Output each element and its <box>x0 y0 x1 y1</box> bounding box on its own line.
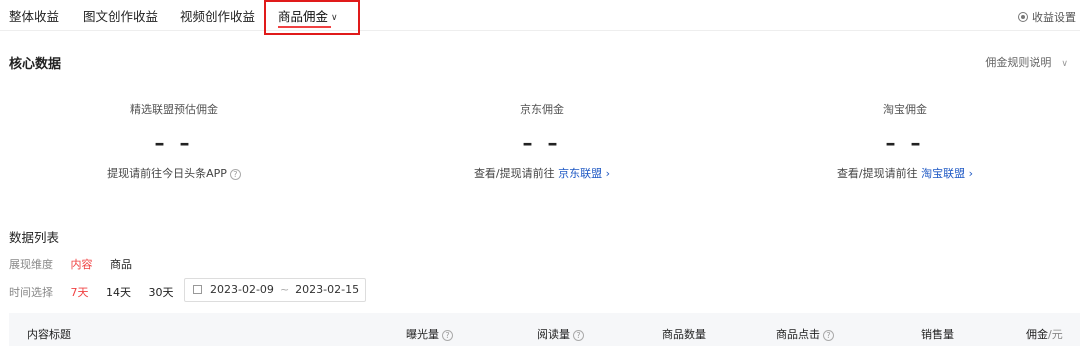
commission-rules-dropdown[interactable]: 佣金规则说明 ∨ <box>985 54 1068 70</box>
metric-taobao: 淘宝佣金 – – 查看/提现请前往 淘宝联盟 › <box>725 101 1080 181</box>
top-tab-bar: 整体收益 图文创作收益 视频创作收益 商品佣金 ∨ 收益设置 <box>0 0 1080 35</box>
calendar-icon <box>193 285 202 294</box>
chevron-right-icon: › <box>965 167 974 180</box>
dimension-option-content[interactable]: 内容 <box>71 258 93 271</box>
metric-note: 提现请前往今日头条APP? <box>0 165 354 181</box>
time-option-30d[interactable]: 30天 <box>149 286 174 299</box>
header-impressions-label: 曝光量 <box>406 328 439 341</box>
help-icon[interactable]: ? <box>573 330 584 341</box>
settings-icon <box>1018 12 1028 22</box>
chevron-down-icon: ∨ <box>1061 59 1068 69</box>
date-end: 2023-02-15 <box>295 283 360 296</box>
metric-note-text: 查看/提现请前往 <box>836 167 918 180</box>
help-icon[interactable]: ? <box>442 330 453 341</box>
metric-note: 查看/提现请前往 京东联盟 › <box>362 165 722 181</box>
header-reads-label: 阅读量 <box>537 328 570 341</box>
metric-value: – – <box>885 131 925 155</box>
time-label: 时间选择 <box>9 286 53 299</box>
time-filter: 时间选择 7天 14天 30天 <box>9 284 188 300</box>
metric-note-text: 提现请前往今日头条APP <box>107 167 227 180</box>
metric-selected-alliance: 精选联盟预估佣金 – – 提现请前往今日头条APP? <box>0 101 354 181</box>
metric-note-text: 查看/提现请前往 <box>473 167 555 180</box>
help-icon[interactable]: ? <box>229 169 241 180</box>
date-start: 2023-02-09 <box>210 283 274 296</box>
metric-label: 京东佣金 <box>520 103 564 116</box>
earnings-settings-link[interactable]: 收益设置 <box>1018 9 1076 25</box>
chevron-right-icon: › <box>602 167 611 180</box>
header-product-clicks[interactable]: 商品点击? <box>776 326 834 342</box>
tab-overall-earnings[interactable]: 整体收益 <box>9 6 59 25</box>
header-commission-unit: /元 <box>1048 328 1063 341</box>
time-option-14d[interactable]: 14天 <box>106 286 131 299</box>
metric-label: 淘宝佣金 <box>883 103 927 116</box>
earnings-settings-label: 收益设置 <box>1032 11 1076 24</box>
header-product-clicks-label: 商品点击 <box>776 328 820 341</box>
commission-rules-label: 佣金规则说明 <box>985 56 1052 69</box>
metric-note: 查看/提现请前往 淘宝联盟 › <box>725 165 1080 181</box>
header-impressions[interactable]: 曝光量? <box>406 326 453 342</box>
date-separator: ~ <box>279 283 290 296</box>
header-content-title: 内容标题 <box>27 328 71 341</box>
core-data-title: 核心数据 <box>9 57 62 72</box>
date-range-picker[interactable]: 2023-02-09 ~2023-02-15 <box>184 278 366 302</box>
dimension-filter: 展现维度 内容 商品 <box>9 256 146 272</box>
time-option-7d[interactable]: 7天 <box>71 286 89 299</box>
header-sales[interactable]: 销售量 <box>921 326 954 342</box>
tab-article-earnings[interactable]: 图文创作收益 <box>83 6 158 25</box>
dimension-option-product[interactable]: 商品 <box>110 258 132 271</box>
jd-union-link[interactable]: 京东联盟 <box>558 167 602 180</box>
metric-label: 精选联盟预估佣金 <box>130 103 218 116</box>
metric-jd: 京东佣金 – – 查看/提现请前往 京东联盟 › <box>362 101 722 181</box>
table-header: 内容标题 曝光量? 阅读量? 商品数量 商品点击? 销售量 佣金/元 <box>9 313 1080 346</box>
data-list-title: 数据列表 <box>9 230 60 245</box>
taobao-union-link[interactable]: 淘宝联盟 <box>921 167 965 180</box>
header-reads[interactable]: 阅读量? <box>537 326 584 342</box>
highlight-box <box>264 0 360 35</box>
help-icon[interactable]: ? <box>823 330 834 341</box>
dimension-label: 展现维度 <box>9 258 53 271</box>
metric-value: – – <box>522 131 562 155</box>
tab-video-earnings[interactable]: 视频创作收益 <box>180 6 255 25</box>
header-product-count[interactable]: 商品数量 <box>662 326 706 342</box>
metric-value: – – <box>154 131 194 155</box>
header-commission-label: 佣金 <box>1026 328 1048 341</box>
header-commission[interactable]: 佣金/元 <box>1026 326 1063 342</box>
